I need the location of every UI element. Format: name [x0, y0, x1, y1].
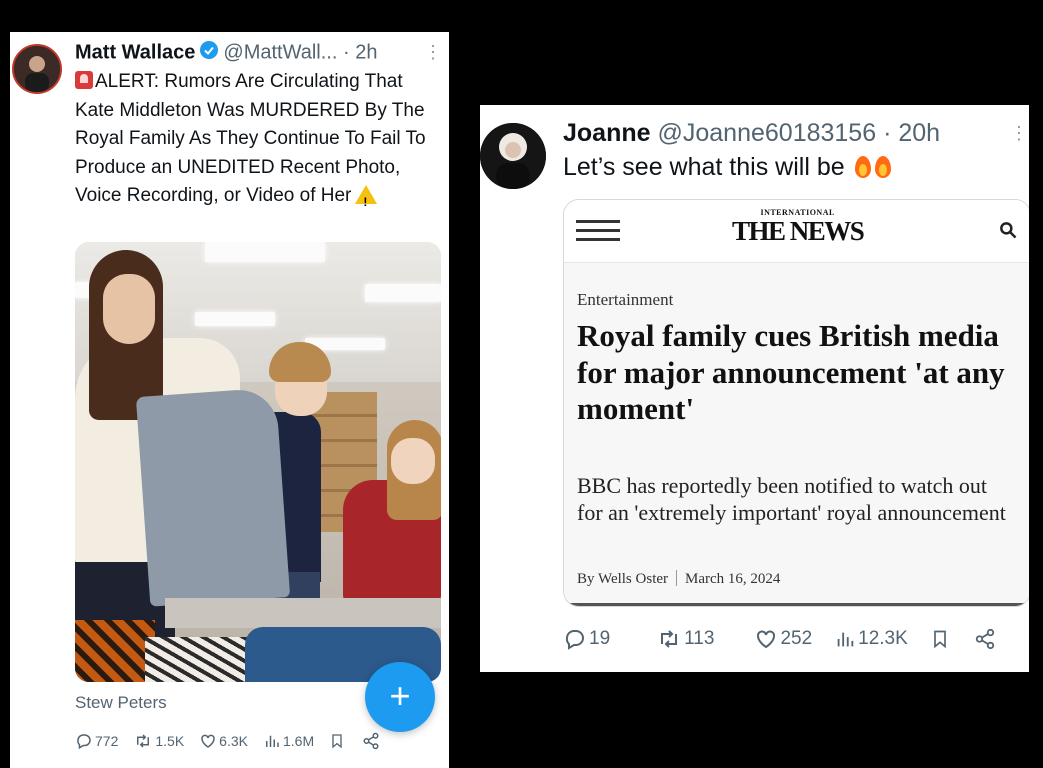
photo-child-face: [391, 438, 435, 484]
card-bottom-rule: [564, 603, 1029, 606]
photo-clothes: [75, 620, 155, 682]
reply-icon: [565, 630, 584, 650]
joanne-avatar[interactable]: [480, 123, 546, 189]
matt-wallace-avatar[interactable]: [12, 44, 62, 94]
repost-button[interactable]: 113: [656, 627, 714, 651]
views-button[interactable]: 1.6M: [263, 732, 314, 750]
link-preview-card[interactable]: INTERNATIONAL THE NEWS Entertainment Roy…: [563, 199, 1029, 607]
article-author: By Wells Oster: [577, 571, 669, 587]
byline-divider: [676, 570, 678, 586]
tweet-header: Matt Wallace @MattWall... · 2h: [75, 40, 377, 66]
menu-icon[interactable]: [576, 220, 620, 242]
reply-button[interactable]: 772: [75, 732, 118, 750]
reply-count: 19: [589, 628, 611, 649]
bookmark-icon: [933, 630, 946, 649]
repost-count: 113: [684, 628, 715, 649]
ceiling-light: [365, 284, 441, 302]
reply-button[interactable]: 19: [563, 627, 610, 651]
fire-icon: [874, 154, 892, 178]
author-handle[interactable]: @MattWall...: [223, 41, 337, 63]
reply-icon: [77, 734, 91, 750]
ceiling-light: [195, 312, 275, 326]
more-icon[interactable]: ⋮: [424, 42, 442, 63]
views-button[interactable]: 12.3K: [834, 628, 908, 650]
article-byline: By Wells Oster March 16, 2024: [577, 570, 780, 588]
right-tweet-panel: Joanne @Joanne60183156 · 20h ⋮ Let’s see…: [480, 105, 1029, 672]
article-category: Entertainment: [577, 290, 674, 309]
tweet-header: Joanne @Joanne60183156 · 20h: [563, 119, 940, 148]
search-icon[interactable]: [998, 220, 1018, 245]
author-handle[interactable]: @Joanne60183156: [657, 119, 876, 147]
tweet-actions: 19 113 252 12.3K: [563, 626, 1023, 652]
warning-icon: [355, 185, 378, 217]
photo-shirt: [135, 387, 291, 607]
reply-count: 772: [95, 733, 119, 749]
views-icon: [837, 632, 854, 647]
photo-person-face: [103, 274, 155, 344]
alert-siren-icon: [75, 71, 93, 89]
left-tweet-panel: Matt Wallace @MattWall... · 2h ⋮ ALERT: R…: [10, 32, 449, 768]
repost-icon: [661, 630, 678, 648]
tweet-body: Let’s see what this will be: [563, 153, 845, 181]
tweet-time[interactable]: · 20h: [883, 119, 940, 147]
like-count: 6.3K: [219, 733, 248, 749]
views-icon: [265, 735, 279, 747]
bookmark-button[interactable]: [329, 732, 347, 750]
view-count: 12.3K: [858, 628, 908, 649]
tweet-actions: 772 1.5K 6.3K 1.6M: [75, 730, 445, 752]
article-summary: BBC has reportedly been notified to watc…: [577, 473, 1006, 525]
news-masthead: INTERNATIONAL THE NEWS: [732, 208, 865, 246]
like-button[interactable]: 6.3K: [199, 732, 248, 750]
view-count: 1.6M: [282, 733, 315, 749]
like-icon: [201, 734, 215, 748]
repost-button[interactable]: 1.5K: [133, 732, 184, 750]
author-name[interactable]: Joanne: [563, 119, 651, 147]
like-count: 252: [780, 628, 813, 649]
bookmark-button[interactable]: [930, 627, 952, 651]
media-source-label[interactable]: Stew Peters: [75, 693, 167, 713]
tweet-time[interactable]: · 2h: [343, 41, 377, 63]
repost-count: 1.5K: [155, 733, 185, 749]
like-icon: [757, 630, 776, 649]
photo-table: [165, 598, 441, 628]
fire-icon: [854, 154, 872, 178]
article-headline: Royal family cues British media for majo…: [577, 318, 1005, 426]
masthead-title: THE NEWS: [732, 216, 865, 246]
compose-button[interactable]: +: [365, 662, 435, 732]
repost-icon: [137, 734, 150, 748]
news-site-header: INTERNATIONAL THE NEWS: [564, 200, 1029, 263]
tweet-text: ALERT: Rumors Are Circulating That Kate …: [75, 68, 445, 217]
share-button[interactable]: [974, 628, 998, 650]
ceiling-light: [205, 242, 325, 262]
more-icon[interactable]: ⋮: [1010, 123, 1028, 144]
verified-badge-icon: [199, 40, 219, 66]
author-name[interactable]: Matt Wallace: [75, 41, 195, 63]
share-icon: [363, 732, 379, 750]
article-date: March 16, 2024: [685, 571, 781, 587]
bookmark-icon: [332, 734, 342, 749]
tweet-text: Let’s see what this will be: [563, 153, 892, 182]
share-icon: [975, 628, 994, 650]
share-button[interactable]: [362, 732, 382, 750]
like-button[interactable]: 252: [754, 627, 812, 651]
article-preview: Entertainment Royal family cues British …: [564, 263, 1029, 606]
tweet-photo[interactable]: [75, 242, 441, 682]
